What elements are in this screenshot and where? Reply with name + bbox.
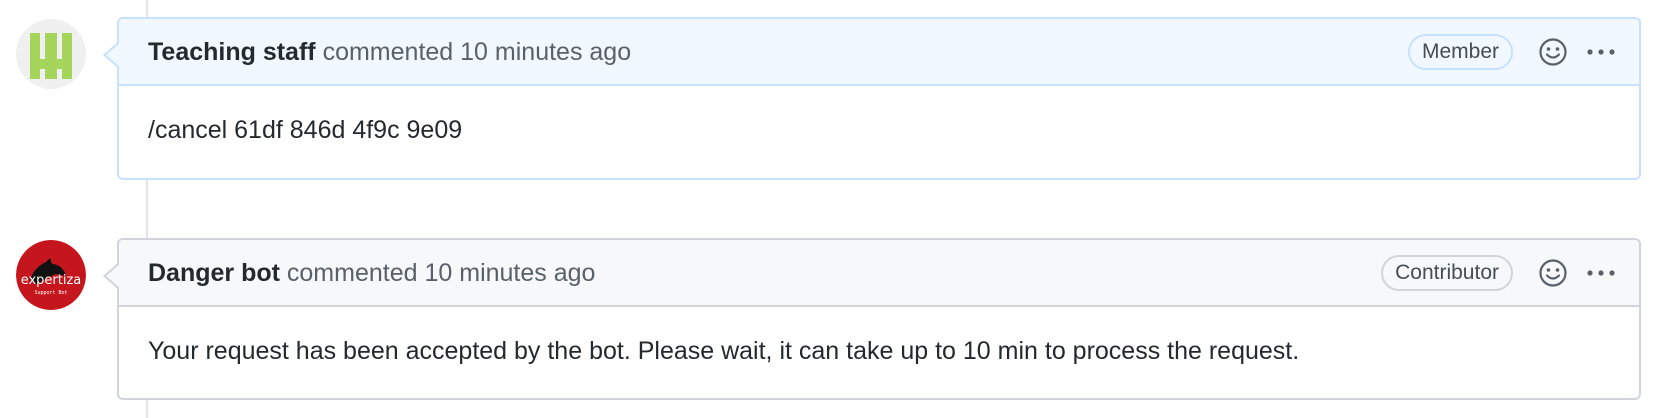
avatar-teaching-staff[interactable] (16, 19, 86, 89)
avatar-danger-bot[interactable]: expertiza Support Bot (16, 240, 86, 310)
comment-body: /cancel 61df 846d 4f9c 9e09 (148, 116, 463, 144)
add-reaction-button[interactable] (1535, 255, 1571, 291)
author-association-badge: Member (1407, 33, 1513, 70)
comment-author-link[interactable]: Teaching staff (148, 38, 316, 66)
comment-header-text: Danger bot commented 10 minutes ago (148, 258, 1381, 288)
identicon-avatar-icon (16, 19, 86, 89)
svg-text:expertiza: expertiza (21, 273, 82, 288)
kebab-horizontal-icon (1587, 269, 1615, 276)
kebab-horizontal-icon (1587, 48, 1615, 55)
more-options-button[interactable] (1583, 255, 1619, 291)
comment-action: commented (322, 37, 454, 66)
comment-box: Danger bot commented 10 minutes ago Cont… (103, 238, 1641, 400)
more-options-button[interactable] (1583, 34, 1619, 70)
svg-text:Support Bot: Support Bot (34, 290, 67, 296)
add-reaction-button[interactable] (1535, 34, 1571, 70)
comment-body: Your request has been accepted by the bo… (148, 337, 1300, 365)
comment-timestamp-link[interactable]: 10 minutes ago (460, 38, 631, 66)
smiley-icon (1539, 258, 1567, 287)
comment-action: commented (286, 258, 418, 287)
comment-header: Danger bot commented 10 minutes ago Cont… (119, 240, 1639, 307)
comment-author-link[interactable]: Danger bot (148, 259, 280, 287)
comment-header-text: Teaching staff commented 10 minutes ago (148, 37, 1408, 67)
comment-timestamp-link[interactable]: 10 minutes ago (424, 259, 595, 287)
comment-caret-inner (106, 264, 120, 288)
expertiza-bot-avatar-icon: expertiza Support Bot (16, 240, 86, 310)
comment-caret-inner (106, 43, 120, 67)
comment-header: Teaching staff commented 10 minutes ago … (119, 19, 1639, 86)
smiley-icon (1539, 37, 1567, 66)
author-association-badge: Contributor (1381, 254, 1513, 291)
comment-box: Teaching staff commented 10 minutes ago … (103, 17, 1641, 180)
